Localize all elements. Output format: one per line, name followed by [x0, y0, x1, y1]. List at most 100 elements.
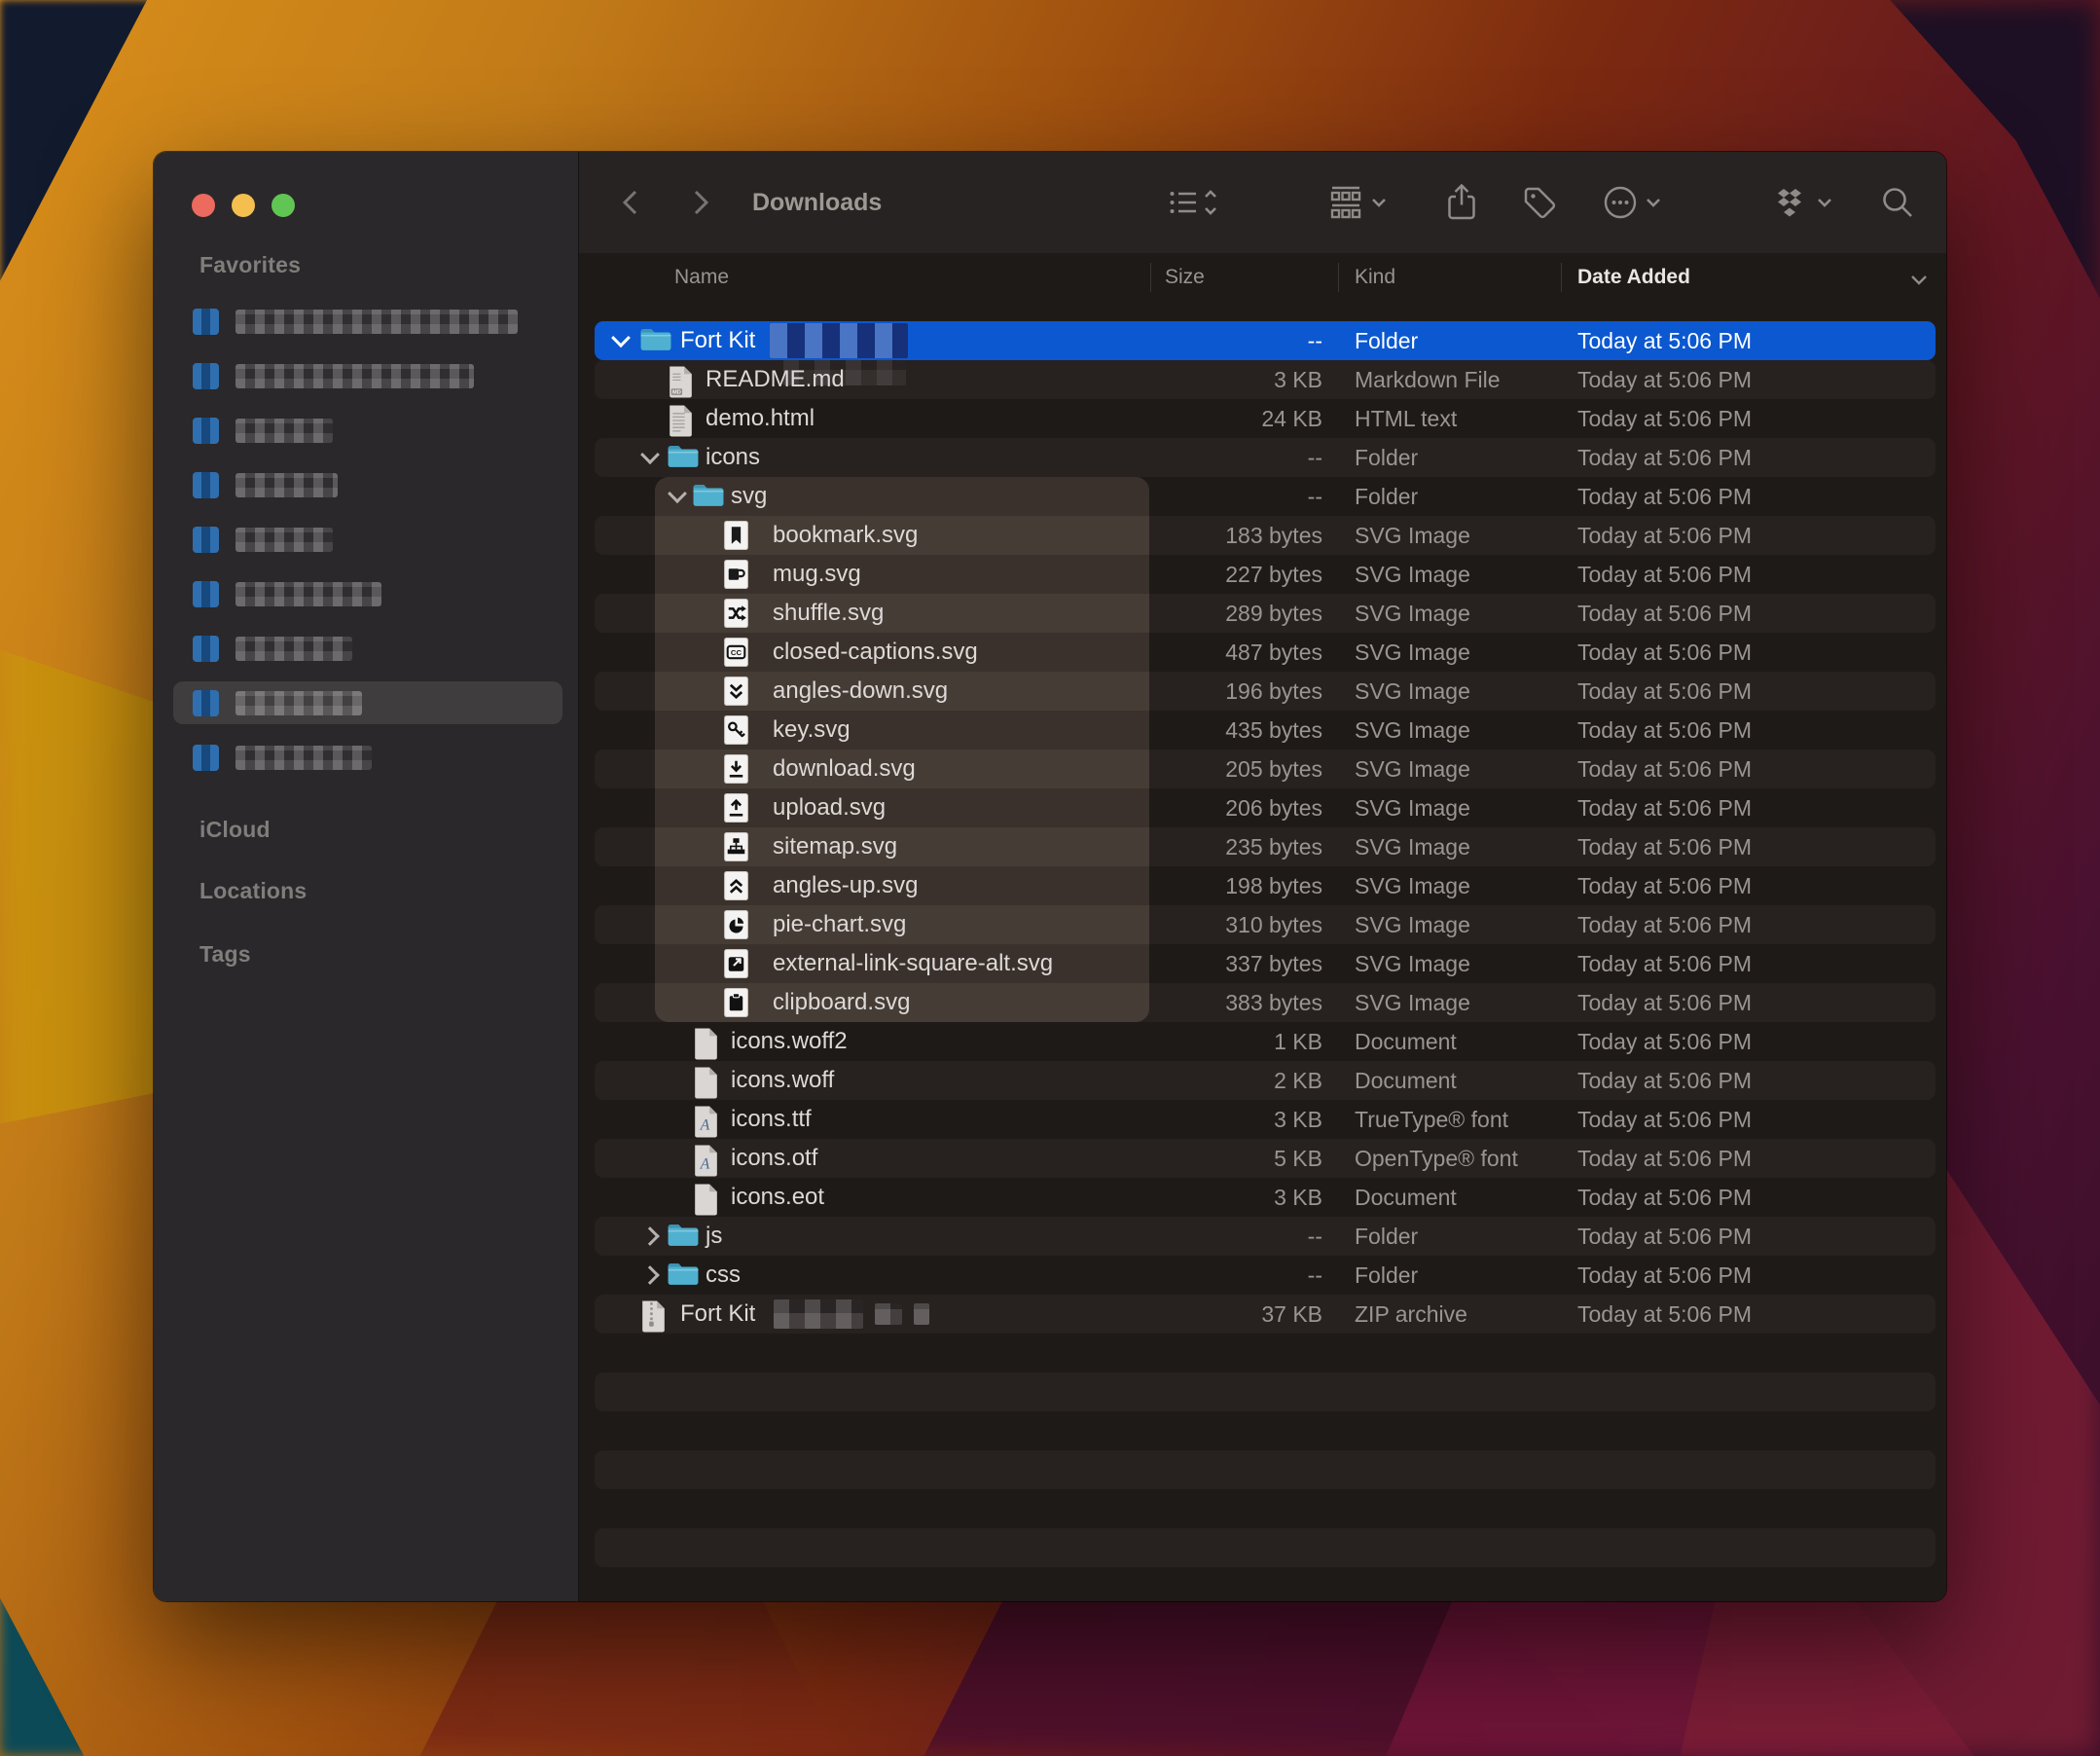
table-row[interactable]: bookmark.svg183 bytesSVG ImageToday at 5…: [579, 516, 1946, 555]
table-row[interactable]: Aicons.otf5 KBOpenType® fontToday at 5:0…: [579, 1139, 1946, 1178]
file-date-added: Today at 5:06 PM: [1577, 1178, 1752, 1217]
file-date-added: Today at 5:06 PM: [1577, 360, 1752, 399]
list-view-sort-button[interactable]: [1169, 152, 1219, 253]
file-kind: Folder: [1355, 321, 1418, 360]
file-size: 206 bytes: [1124, 788, 1322, 827]
toolbar: Downloads: [579, 152, 1946, 254]
sidebar-item-favorite[interactable]: [173, 300, 562, 343]
disclosure-right-icon[interactable]: [640, 1226, 660, 1246]
favorites-section-label: Favorites: [199, 252, 301, 278]
file-name: key.svg: [773, 711, 851, 750]
more-options-button[interactable]: [1603, 152, 1665, 253]
close-button[interactable]: [192, 194, 215, 217]
table-row[interactable]: css--FolderToday at 5:06 PM: [579, 1256, 1946, 1295]
file-kind: SVG Image: [1355, 983, 1470, 1022]
column-header-date-added[interactable]: Date Added: [1577, 253, 1690, 302]
dropbox-button[interactable]: [1772, 152, 1836, 253]
disclosure-down-icon[interactable]: [640, 445, 660, 464]
svg-cc-icon: CC: [724, 638, 748, 672]
column-header-name[interactable]: Name: [674, 253, 729, 302]
table-row[interactable]: angles-up.svg198 bytesSVG ImageToday at …: [579, 866, 1946, 905]
file-size: --: [1124, 1217, 1322, 1256]
sidebar-item-favorite[interactable]: [173, 736, 562, 779]
table-row[interactable]: Aicons.ttf3 KBTrueType® fontToday at 5:0…: [579, 1100, 1946, 1139]
table-row[interactable]: pie-chart.svg310 bytesSVG ImageToday at …: [579, 905, 1946, 944]
share-button[interactable]: [1445, 152, 1478, 253]
sidebar-item-redacted-label: [235, 310, 518, 334]
file-date-added: Today at 5:06 PM: [1577, 1061, 1752, 1100]
sidebar-item-redacted-label: [235, 364, 474, 388]
file-kind: SVG Image: [1355, 788, 1470, 827]
column-header-kind[interactable]: Kind: [1355, 253, 1395, 302]
column-header-size[interactable]: Size: [1165, 253, 1205, 302]
table-row[interactable]: angles-down.svg196 bytesSVG ImageToday a…: [579, 672, 1946, 711]
file-date-added: Today at 5:06 PM: [1577, 1022, 1752, 1061]
tag-button[interactable]: [1521, 152, 1558, 253]
group-view-button[interactable]: [1330, 152, 1393, 253]
doc-font-icon: A: [692, 1144, 720, 1183]
table-row[interactable]: js--FolderToday at 5:06 PM: [579, 1217, 1946, 1256]
sidebar-item-favorite[interactable]: [173, 518, 562, 561]
table-row[interactable]: clipboard.svg383 bytesSVG ImageToday at …: [579, 983, 1946, 1022]
file-kind: OpenType® font: [1355, 1139, 1518, 1178]
folder-icon: [667, 443, 700, 475]
sidebar-item-favorite[interactable]: [173, 409, 562, 452]
table-row[interactable]: icons--FolderToday at 5:06 PM: [579, 438, 1946, 477]
table-row[interactable]: sitemap.svg235 bytesSVG ImageToday at 5:…: [579, 827, 1946, 866]
sidebar-item-favorite[interactable]: [173, 681, 562, 724]
column-divider[interactable]: [1561, 263, 1562, 292]
zip-icon: [639, 1299, 668, 1338]
table-row[interactable]: icons.woff2 KBDocumentToday at 5:06 PM: [579, 1061, 1946, 1100]
table-row[interactable]: download.svg205 bytesSVG ImageToday at 5…: [579, 750, 1946, 788]
table-row[interactable]: external-link-square-alt.svg337 bytesSVG…: [579, 944, 1946, 983]
file-list: Fort Kit--FolderToday at 5:06 PMMDREADME…: [579, 302, 1946, 1601]
search-icon[interactable]: [1879, 152, 1916, 253]
minimize-button[interactable]: [232, 194, 255, 217]
sidebar-item-favorite[interactable]: [173, 463, 562, 506]
disclosure-down-icon[interactable]: [611, 328, 631, 348]
table-row[interactable]: MDREADME.md3 KBMarkdown FileToday at 5:0…: [579, 360, 1946, 399]
main-pane: Downloads: [579, 152, 1946, 1601]
sidebar-item-favorite[interactable]: [173, 572, 562, 615]
sort-direction-chevron-icon[interactable]: [1908, 274, 1930, 292]
disclosure-right-icon[interactable]: [640, 1265, 660, 1285]
file-name: angles-up.svg: [773, 866, 918, 905]
table-row[interactable]: shuffle.svg289 bytesSVG ImageToday at 5:…: [579, 594, 1946, 633]
file-size: 3 KB: [1124, 1100, 1322, 1139]
svg-sitemap-icon: [724, 832, 748, 866]
table-row[interactable]: CCclosed-captions.svg487 bytesSVG ImageT…: [579, 633, 1946, 672]
forward-button[interactable]: [688, 152, 713, 253]
table-row[interactable]: icons.eot3 KBDocumentToday at 5:06 PM: [579, 1178, 1946, 1217]
file-name: external-link-square-alt.svg: [773, 944, 1053, 983]
file-size: 227 bytes: [1124, 555, 1322, 594]
disclosure-down-icon[interactable]: [668, 484, 687, 503]
redacted-name-block: [774, 1299, 863, 1329]
folder-icon: [667, 1222, 700, 1254]
table-row[interactable]: mug.svg227 bytesSVG ImageToday at 5:06 P…: [579, 555, 1946, 594]
table-row[interactable]: demo.html24 KBHTML textToday at 5:06 PM: [579, 399, 1946, 438]
finder-window: Favorites iCloud Locations Tags Download…: [154, 152, 1946, 1601]
sidebar-item-favorite[interactable]: [173, 354, 562, 397]
back-button[interactable]: [618, 152, 643, 253]
table-row[interactable]: key.svg435 bytesSVG ImageToday at 5:06 P…: [579, 711, 1946, 750]
table-row[interactable]: Fort Kit--FolderToday at 5:06 PM: [579, 321, 1946, 360]
column-divider[interactable]: [1338, 263, 1339, 292]
file-date-added: Today at 5:06 PM: [1577, 866, 1752, 905]
file-kind: ZIP archive: [1355, 1295, 1467, 1334]
column-divider[interactable]: [1150, 263, 1151, 292]
row-stripe: [595, 1450, 1936, 1489]
sidebar-item-favorite[interactable]: [173, 627, 562, 670]
file-kind: Markdown File: [1355, 360, 1501, 399]
sidebar-item-icon: [193, 418, 219, 444]
file-name: README.md: [706, 360, 845, 399]
table-row[interactable]: upload.svg206 bytesSVG ImageToday at 5:0…: [579, 788, 1946, 827]
table-row[interactable]: Fort Kit37 KBZIP archiveToday at 5:06 PM: [579, 1295, 1946, 1334]
file-size: 196 bytes: [1124, 672, 1322, 711]
table-row[interactable]: svg--FolderToday at 5:06 PM: [579, 477, 1946, 516]
file-size: 289 bytes: [1124, 594, 1322, 633]
locations-section-label: Locations: [199, 878, 307, 904]
table-row[interactable]: icons.woff21 KBDocumentToday at 5:06 PM: [579, 1022, 1946, 1061]
file-name: icons.ttf: [731, 1100, 812, 1139]
column-headers: Name Size Kind Date Added: [579, 253, 1946, 303]
zoom-button[interactable]: [272, 194, 295, 217]
